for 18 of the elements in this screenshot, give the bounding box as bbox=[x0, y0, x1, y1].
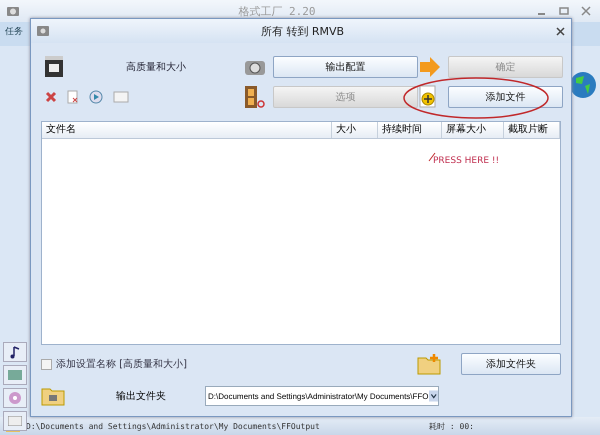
column-header[interactable]: 大小 bbox=[332, 122, 378, 138]
column-header[interactable]: 屏幕大小 bbox=[442, 122, 504, 138]
checkbox-label: 添加设置名称 [高质量和大小] bbox=[56, 358, 188, 371]
status-path: D:\Documents and Settings\Administrator\My Documents\FFOutput bbox=[26, 422, 321, 430]
add-folder-button[interactable]: 添加文件夹 bbox=[461, 353, 561, 375]
column-header[interactable]: 文件名 bbox=[42, 122, 332, 138]
output-folder-label: 输出文件夹 bbox=[115, 390, 167, 403]
dialog-title: 所有 转到 RMVB bbox=[260, 24, 346, 38]
annotation-text: PRESS HERE !! bbox=[433, 156, 500, 166]
output-settings-button[interactable]: 输出配置 bbox=[273, 56, 418, 78]
profile-name: 高质量和大小 bbox=[125, 60, 187, 74]
window-title: 格式工厂 2.20 bbox=[237, 4, 317, 18]
elapsed-time: 耗时 : 00: bbox=[429, 420, 474, 432]
output-folder-dropdown[interactable]: D:\Documents and Settings\Administrator\My Documents\FFO bbox=[205, 386, 439, 406]
add-file-button[interactable]: 添加文件 bbox=[448, 86, 563, 108]
column-header[interactable]: 截取片断 bbox=[504, 122, 560, 138]
column-header[interactable]: 持续时间 bbox=[378, 122, 442, 138]
menu-item[interactable]: 任务 bbox=[5, 27, 23, 37]
